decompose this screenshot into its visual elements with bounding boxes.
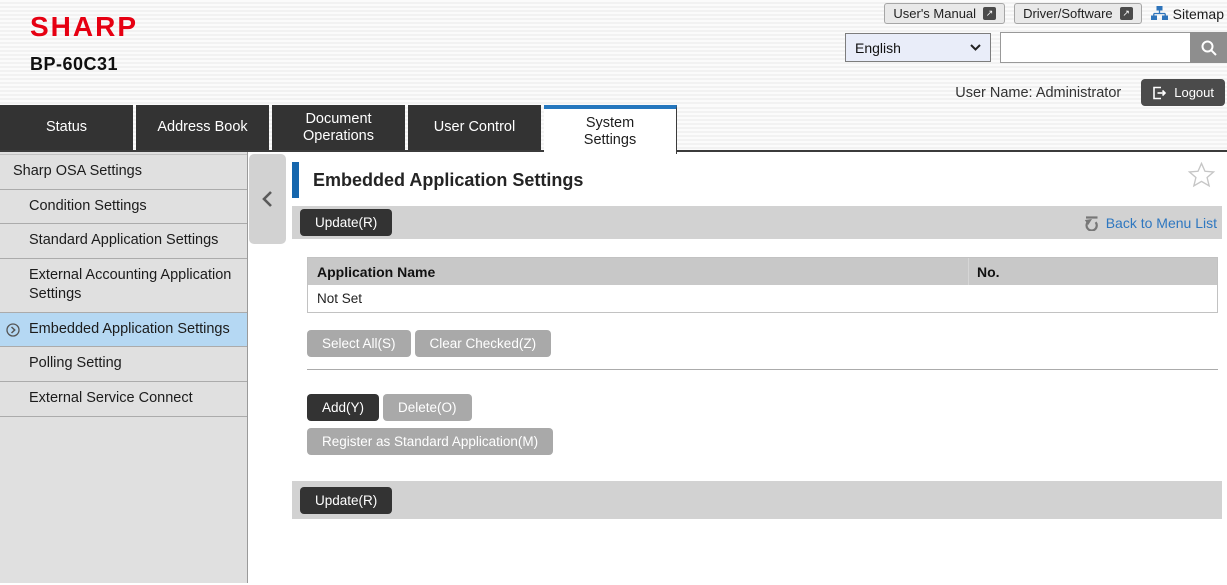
external-link-icon: ↗ xyxy=(983,7,996,20)
tab-bar-filler xyxy=(680,105,1227,150)
separator-line xyxy=(307,369,1218,370)
back-to-menu-link[interactable]: Back to Menu List xyxy=(1083,215,1217,231)
add-button[interactable]: Add(Y) xyxy=(307,394,379,421)
page: SHARP BP-60C31 User's Manual ↗ Driver/So… xyxy=(0,0,1227,585)
register-as-standard-application-button[interactable]: Register as Standard Application(M) xyxy=(307,428,553,455)
toolbar-top: Update(R) Back to Menu List xyxy=(292,206,1222,239)
sitemap-icon xyxy=(1151,6,1168,21)
column-header-application-name: Application Name xyxy=(308,258,968,285)
sidebar-item-label: Polling Setting xyxy=(29,355,122,371)
page-title: Embedded Application Settings xyxy=(313,170,583,191)
tab-label: Operations xyxy=(303,128,374,145)
sidebar-item-standard-application-settings[interactable]: Standard Application Settings xyxy=(0,224,247,259)
sidebar-item-embedded-application-settings[interactable]: Embedded Application Settings xyxy=(0,313,247,348)
selected-arrow-icon xyxy=(6,323,20,344)
brand-block: SHARP BP-60C31 xyxy=(30,11,138,75)
title-row: Embedded Application Settings xyxy=(292,158,1227,202)
update-button-bottom[interactable]: Update(R) xyxy=(300,487,392,514)
cell-application-name: Not Set xyxy=(308,291,968,306)
search-input[interactable] xyxy=(1000,32,1190,63)
tab-label: Address Book xyxy=(157,119,247,136)
sitemap-label: Sitemap xyxy=(1173,6,1224,22)
tab-label: Status xyxy=(46,119,87,136)
tab-label: User Control xyxy=(434,119,515,136)
user-name-label: User Name: Administrator xyxy=(955,85,1121,101)
register-button-row: Register as Standard Application(M) xyxy=(307,428,1218,455)
sidebar-item-polling-setting[interactable]: Polling Setting xyxy=(0,347,247,382)
search-button[interactable] xyxy=(1190,32,1227,63)
tab-label: System xyxy=(586,115,634,132)
tab-bar: Status Address Book Document Operations … xyxy=(0,105,1227,152)
return-arrow-icon xyxy=(1083,215,1100,231)
main-content: Embedded Application Settings Update(R) … xyxy=(248,152,1227,583)
table-header-row: Application Name No. xyxy=(308,258,1217,285)
tab-address-book[interactable]: Address Book xyxy=(136,105,269,150)
sidebar-item-label: External Accounting Application Settings xyxy=(29,267,231,303)
column-header-no: No. xyxy=(968,258,1217,285)
delete-button[interactable]: Delete(O) xyxy=(383,394,472,421)
toolbar-bottom: Update(R) xyxy=(292,481,1222,519)
header-user-row: User Name: Administrator Logout xyxy=(955,79,1225,106)
sharp-logo: SHARP xyxy=(30,11,138,43)
chevron-left-icon xyxy=(261,190,274,208)
driver-software-button[interactable]: Driver/Software ↗ xyxy=(1014,3,1142,24)
model-name: BP-60C31 xyxy=(30,54,138,75)
sidebar-item-external-service-connect[interactable]: External Service Connect xyxy=(0,382,247,417)
tab-system-settings[interactable]: System Settings xyxy=(544,105,677,154)
header: SHARP BP-60C31 User's Manual ↗ Driver/So… xyxy=(0,0,1227,105)
driver-software-label: Driver/Software xyxy=(1023,6,1113,21)
sidebar-item-external-accounting-application-settings[interactable]: External Accounting Application Settings xyxy=(0,259,247,313)
sidebar-item-condition-settings[interactable]: Condition Settings xyxy=(0,190,247,225)
tab-document-operations[interactable]: Document Operations xyxy=(272,105,405,150)
header-tools-row: English xyxy=(845,32,1227,63)
update-button-top[interactable]: Update(R) xyxy=(300,209,392,236)
back-to-menu-label: Back to Menu List xyxy=(1106,215,1217,231)
clear-checked-button[interactable]: Clear Checked(Z) xyxy=(415,330,552,357)
users-manual-button[interactable]: User's Manual ↗ xyxy=(884,3,1005,24)
tab-label: Settings xyxy=(584,132,636,149)
header-right: User's Manual ↗ Driver/Software ↗ Sitema… xyxy=(845,0,1227,106)
select-all-button[interactable]: Select All(S) xyxy=(307,330,411,357)
sidebar-item-label: Embedded Application Settings xyxy=(29,321,230,337)
add-delete-buttons-row: Add(Y) Delete(O) xyxy=(307,394,1218,421)
sidebar-item-label: External Service Connect xyxy=(29,390,193,406)
body: Sharp OSA Settings Condition Settings St… xyxy=(0,152,1227,583)
title-accent-bar xyxy=(292,162,299,198)
application-table: Application Name No. Not Set xyxy=(307,257,1218,313)
sitemap-link[interactable]: Sitemap xyxy=(1151,6,1224,22)
logout-icon xyxy=(1152,86,1167,100)
users-manual-label: User's Manual xyxy=(893,6,976,21)
sidebar: Sharp OSA Settings Condition Settings St… xyxy=(0,152,248,583)
chevron-down-icon xyxy=(970,44,981,51)
tab-status[interactable]: Status xyxy=(0,105,133,150)
header-links-row: User's Manual ↗ Driver/Software ↗ Sitema… xyxy=(884,3,1224,24)
sidebar-item-label: Standard Application Settings xyxy=(29,232,218,248)
logout-label: Logout xyxy=(1174,85,1214,100)
language-selected-value: English xyxy=(855,40,901,56)
sidebar-item-sharp-osa-settings[interactable]: Sharp OSA Settings xyxy=(0,154,247,190)
search-box xyxy=(1000,32,1227,63)
language-select[interactable]: English xyxy=(845,33,991,62)
content-inner: Application Name No. Not Set Select All(… xyxy=(307,257,1218,455)
sidebar-item-label: Sharp OSA Settings xyxy=(13,163,142,179)
favorite-star-icon[interactable] xyxy=(1187,161,1216,195)
table-row[interactable]: Not Set xyxy=(308,285,1217,312)
tab-user-control[interactable]: User Control xyxy=(408,105,541,150)
logout-button[interactable]: Logout xyxy=(1141,79,1225,106)
selection-buttons-row: Select All(S) Clear Checked(Z) xyxy=(307,330,1218,357)
sidebar-item-label: Condition Settings xyxy=(29,198,147,214)
tab-label: Document xyxy=(305,111,371,128)
sidebar-collapse-button[interactable] xyxy=(249,154,286,244)
search-icon xyxy=(1200,39,1218,57)
external-link-icon: ↗ xyxy=(1120,7,1133,20)
